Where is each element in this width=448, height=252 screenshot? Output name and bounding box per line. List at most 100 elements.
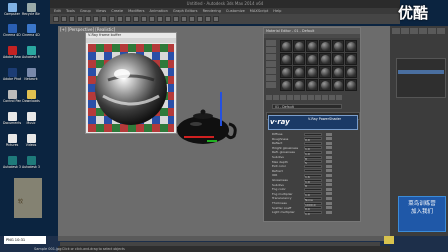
desktop-icon-recycle-bin[interactable]: Recycle Bin	[22, 3, 40, 16]
param-map-button[interactable]	[326, 169, 332, 173]
material-slot[interactable]	[332, 40, 344, 52]
material-editor-menubar[interactable]	[264, 34, 360, 38]
redo-icon[interactable]	[61, 16, 67, 22]
material-slot[interactable]	[332, 66, 344, 78]
param-value-field[interactable]: 1000.0	[304, 201, 322, 207]
show-map-icon[interactable]	[315, 95, 321, 100]
schematic-icon[interactable]	[181, 16, 187, 22]
align-icon[interactable]	[157, 16, 163, 22]
material-slot[interactable]	[345, 53, 357, 65]
material-slot[interactable]	[306, 66, 318, 78]
go-to-parent-icon[interactable]	[329, 95, 335, 100]
param-map-button[interactable]	[326, 183, 332, 187]
param-map-button[interactable]	[326, 201, 332, 205]
material-slot[interactable]	[306, 79, 318, 91]
material-slot[interactable]	[345, 79, 357, 91]
modifier-stack-item[interactable]	[398, 70, 444, 74]
material-slot[interactable]	[345, 40, 357, 52]
create-tab-icon[interactable]	[392, 28, 400, 34]
param-map-button[interactable]	[326, 132, 332, 136]
desktop-icon-downloads[interactable]: Downloads	[22, 90, 40, 103]
link-icon[interactable]	[69, 16, 75, 22]
param-map-button[interactable]	[326, 196, 332, 200]
desktop-icon-control-panel[interactable]: Control Panel	[3, 90, 21, 103]
go-forward-icon[interactable]	[336, 95, 342, 100]
video-color-check-icon[interactable]	[266, 68, 276, 74]
material-editor-icon[interactable]	[189, 16, 195, 22]
param-map-button[interactable]	[326, 187, 332, 191]
param-value-field[interactable]	[304, 164, 322, 168]
param-value-field[interactable]	[304, 187, 322, 191]
get-material-icon[interactable]	[266, 95, 272, 100]
param-map-button[interactable]	[326, 210, 332, 214]
material-slot[interactable]	[319, 40, 331, 52]
desktop-icon-network[interactable]: Network	[22, 68, 40, 81]
rotate-icon[interactable]	[117, 16, 123, 22]
param-value-field[interactable]: 1.0	[304, 146, 322, 151]
param-map-button[interactable]	[326, 137, 332, 141]
desktop-icon-music[interactable]: Music	[22, 112, 40, 125]
material-slot[interactable]	[306, 53, 318, 65]
select-icon[interactable]	[85, 16, 91, 22]
desktop-icon-3dsmax-2014[interactable]: Autodesk 3ds Max 2014	[22, 156, 40, 169]
render-frame-icon[interactable]	[205, 16, 211, 22]
param-map-button[interactable]	[326, 141, 332, 145]
scale-icon[interactable]	[125, 16, 131, 22]
y-axis-gizmo[interactable]	[207, 140, 217, 142]
render-icon[interactable]	[213, 16, 219, 22]
param-value-field[interactable]	[304, 132, 322, 136]
param-value-field[interactable]: 1.6	[304, 173, 322, 179]
param-value-field[interactable]	[304, 169, 322, 173]
put-to-library-icon[interactable]	[301, 95, 307, 100]
param-value-field[interactable]: 1.0	[304, 178, 322, 184]
material-slot[interactable]	[345, 66, 357, 78]
assign-material-icon[interactable]	[280, 95, 286, 100]
backlight-icon[interactable]	[266, 47, 276, 53]
render-setup-icon[interactable]	[197, 16, 203, 22]
material-slot[interactable]	[280, 40, 292, 52]
show-end-result-icon[interactable]	[322, 95, 328, 100]
options-icon[interactable]	[266, 82, 276, 88]
snap-icon[interactable]	[133, 16, 139, 22]
taskbar-label[interactable]: PNG 10:31	[4, 236, 46, 244]
background-icon[interactable]	[266, 54, 276, 60]
material-name-field[interactable]: 01 - Default	[272, 104, 342, 109]
z-axis-gizmo[interactable]	[220, 92, 222, 126]
param-map-button[interactable]	[326, 206, 332, 210]
param-value-field[interactable]	[304, 141, 322, 145]
curve-editor-icon[interactable]	[173, 16, 179, 22]
desktop-icon-reader[interactable]: Adobe Reader XI	[3, 46, 21, 59]
desktop-icon-c4d[interactable]: Cinema 4D R14	[3, 24, 21, 37]
param-map-button[interactable]	[326, 146, 332, 150]
desktop-icon-maya[interactable]: Autodesk Maya	[22, 46, 40, 59]
param-map-button[interactable]	[326, 173, 332, 177]
region-select-icon[interactable]	[101, 16, 107, 22]
key-filter-button[interactable]	[384, 236, 394, 244]
material-slot[interactable]	[280, 66, 292, 78]
desktop-icon-documents[interactable]: Documents	[3, 112, 21, 125]
param-map-button[interactable]	[326, 160, 332, 164]
material-slot[interactable]	[319, 66, 331, 78]
material-slot[interactable]	[332, 79, 344, 91]
material-slot[interactable]	[293, 40, 305, 52]
undo-icon[interactable]	[53, 16, 59, 22]
param-map-button[interactable]	[326, 164, 332, 168]
time-slider[interactable]	[58, 236, 390, 241]
vfb-toolbar[interactable]	[86, 38, 176, 43]
angle-snap-icon[interactable]	[141, 16, 147, 22]
material-id-icon[interactable]	[308, 95, 314, 100]
modifier-stack[interactable]	[396, 58, 446, 98]
promo-banner[interactable]: 菜鸟训练营 加入我们	[398, 196, 446, 232]
x-axis-gizmo[interactable]	[184, 136, 214, 138]
desktop-icon-c4d-studio[interactable]: Cinema 4D Studio	[22, 24, 40, 37]
material-slot[interactable]	[319, 53, 331, 65]
utilities-tab-icon[interactable]	[437, 28, 445, 34]
material-slot[interactable]	[280, 79, 292, 91]
display-tab-icon[interactable]	[428, 28, 436, 34]
reset-map-icon[interactable]	[287, 95, 293, 100]
select-by-name-icon[interactable]	[93, 16, 99, 22]
material-slot[interactable]	[293, 53, 305, 65]
uv-tiling-icon[interactable]	[266, 61, 276, 67]
put-to-scene-icon[interactable]	[273, 95, 279, 100]
param-map-button[interactable]	[326, 150, 332, 154]
